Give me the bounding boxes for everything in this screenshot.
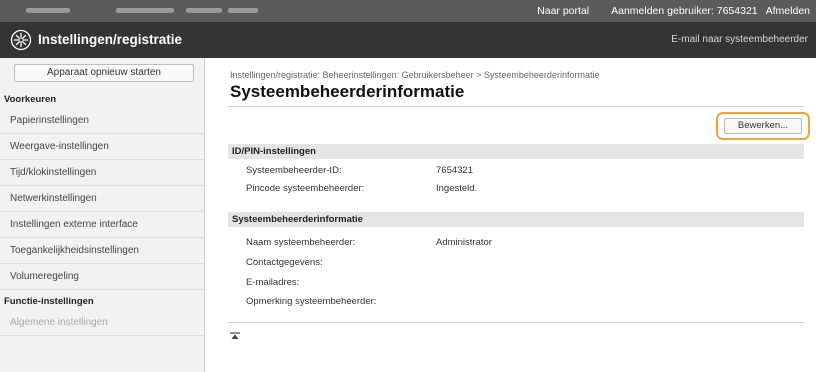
- admin-pin-label: Pincode systeembeheerder:: [246, 183, 365, 194]
- sidebar: Apparaat opnieuw starten Voorkeuren Papi…: [0, 58, 205, 372]
- main-content: Instellingen/registratie: Beheerinstelli…: [206, 58, 816, 372]
- sidebar-item-paper[interactable]: Papierinstellingen: [0, 108, 204, 134]
- content-divider: [228, 322, 804, 323]
- blurred-text: [186, 8, 222, 13]
- page-title: Systeembeheerderinformatie: [230, 82, 465, 101]
- settings-logo-icon: [10, 29, 32, 51]
- edit-button-highlight: Bewerken...: [716, 112, 810, 140]
- sidebar-item-time[interactable]: Tijd/klokinstellingen: [0, 160, 204, 186]
- title-divider: [228, 106, 804, 107]
- sidebar-section-functions: Functie-instellingen: [4, 296, 94, 307]
- sidebar-item-accessibility[interactable]: Toegankelijkheidsinstellingen: [0, 238, 204, 264]
- blurred-text: [116, 8, 174, 13]
- mail-admin-link[interactable]: E-mail naar systeembeheerder: [671, 34, 808, 45]
- sidebar-item-volume[interactable]: Volumeregeling: [0, 264, 204, 290]
- sidebar-item-network[interactable]: Netwerkinstellingen: [0, 186, 204, 212]
- admin-comment-label: Opmerking systeembeheerder:: [246, 296, 377, 307]
- admin-id-label: Systeembeheerder-ID:: [246, 165, 342, 176]
- admin-name-value: Administrator: [436, 237, 492, 248]
- sidebar-section-preferences: Voorkeuren: [4, 94, 57, 105]
- sidebar-item-display[interactable]: Weergave-instellingen: [0, 134, 204, 160]
- admin-pin-value: Ingesteld.: [436, 183, 478, 194]
- blurred-text: [228, 8, 258, 13]
- breadcrumb: Instellingen/registratie: Beheerinstelli…: [230, 70, 600, 80]
- admin-id-value: 7654321: [436, 165, 473, 176]
- scroll-to-top-icon[interactable]: [230, 332, 240, 340]
- logout-link[interactable]: Afmelden: [766, 5, 810, 17]
- sidebar-item-general[interactable]: Algemene instellingen: [0, 310, 204, 336]
- app-header: Instellingen/registratie E-mail naar sys…: [0, 22, 816, 58]
- section-heading-id-pin: ID/PIN-instellingen: [228, 144, 804, 159]
- section-heading-admin-info: Systeembeheerderinformatie: [228, 212, 804, 227]
- top-bar: Naar portal Aanmelden gebruiker: 7654321…: [0, 0, 816, 22]
- email-label: E-mailadres:: [246, 277, 300, 288]
- app-title: Instellingen/registratie: [38, 32, 183, 47]
- sidebar-item-external-interface[interactable]: Instellingen externe interface: [0, 212, 204, 238]
- restart-device-button[interactable]: Apparaat opnieuw starten: [14, 64, 194, 82]
- logged-in-user: Aanmelden gebruiker: 7654321: [611, 5, 758, 17]
- top-links: Naar portal Aanmelden gebruiker: 7654321…: [537, 3, 810, 19]
- blurred-text: [26, 8, 70, 13]
- contact-label: Contactgegevens:: [246, 257, 323, 268]
- edit-button[interactable]: Bewerken...: [724, 118, 802, 134]
- admin-name-label: Naam systeembeheerder:: [246, 237, 356, 248]
- portal-link[interactable]: Naar portal: [537, 5, 589, 17]
